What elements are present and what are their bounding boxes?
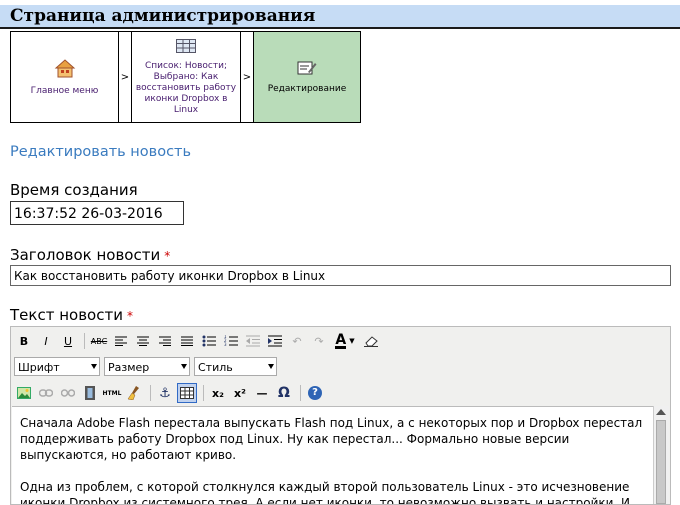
title-label: Заголовок новости * [10, 246, 170, 264]
editor-content[interactable]: Сначала Adobe Flash перестала выпускать … [12, 406, 654, 504]
align-right-icon[interactable] [155, 331, 175, 351]
content-paragraph: Сначала Adobe Flash перестала выпускать … [20, 416, 643, 462]
font-select-value: Шрифт [18, 361, 60, 374]
unlink-icon[interactable] [58, 383, 78, 403]
align-justify-icon[interactable] [177, 331, 197, 351]
time-field[interactable]: 16:37:52 26-03-2016 [10, 201, 184, 225]
font-select[interactable]: Шрифт [14, 357, 100, 376]
toolbar-divider [203, 385, 204, 401]
outdent-icon[interactable] [243, 331, 263, 351]
film-icon[interactable] [80, 383, 100, 403]
toolbar-row-3: HTML ⚓ x₂ x² — Ω ? [14, 383, 327, 403]
breadcrumb-home[interactable]: Главное меню [10, 31, 119, 123]
numbered-list-icon[interactable]: 123 [221, 331, 241, 351]
toolbar-row-1: B I U ABC 123 ↶ ↷ A ▼ [14, 331, 383, 351]
help-icon[interactable]: ? [305, 383, 325, 403]
table-icon [176, 38, 196, 57]
indent-icon[interactable] [265, 331, 285, 351]
font-color-button[interactable]: A ▼ [331, 331, 359, 351]
scroll-up-icon[interactable] [656, 409, 666, 415]
strikethrough-button[interactable]: ABC [89, 331, 109, 351]
eraser-icon[interactable] [361, 331, 381, 351]
page-header: Страница администрирования [0, 5, 680, 29]
html-source-button[interactable]: HTML [102, 383, 122, 403]
scrollbar-thumb[interactable] [656, 420, 666, 504]
svg-text:3: 3 [224, 342, 227, 347]
bullet-list-icon[interactable] [199, 331, 219, 351]
breadcrumb-edit-label: Редактирование [267, 83, 347, 94]
edit-icon [297, 60, 317, 80]
italic-button[interactable]: I [36, 331, 56, 351]
edit-news-link[interactable]: Редактировать новость [10, 144, 191, 160]
special-char-button[interactable]: Ω [274, 383, 294, 403]
chevron-down-icon [181, 364, 187, 369]
style-select[interactable]: Стиль [194, 357, 277, 376]
required-mark: * [164, 249, 171, 263]
breadcrumb: Главное меню > Список: Новости; Выбрано:… [10, 31, 361, 123]
table-insert-icon[interactable] [177, 383, 197, 403]
superscript-button[interactable]: x² [230, 383, 250, 403]
home-icon [54, 58, 76, 82]
undo-icon[interactable]: ↶ [287, 331, 307, 351]
insert-image-icon[interactable] [14, 383, 34, 403]
required-mark: * [126, 309, 133, 323]
underline-button[interactable]: U [58, 331, 78, 351]
style-select-value: Стиль [198, 361, 233, 374]
breadcrumb-edit: Редактирование [253, 31, 361, 123]
title-input[interactable] [10, 265, 671, 286]
help-label: ? [308, 386, 322, 400]
text-label: Текст новости * [10, 306, 133, 324]
chevron-down-icon [91, 364, 97, 369]
toolbar-divider [300, 385, 301, 401]
breadcrumb-home-label: Главное меню [30, 85, 99, 96]
toolbar-row-2: Шрифт Размер Стиль [14, 357, 281, 376]
bold-button[interactable]: B [14, 331, 34, 351]
title-label-text: Заголовок новости [10, 246, 161, 264]
anchor-icon[interactable]: ⚓ [155, 383, 175, 403]
size-select-value: Размер [108, 361, 150, 374]
rich-text-editor: B I U ABC 123 ↶ ↷ A ▼ Шрифт Размер Стиль … [10, 326, 671, 505]
text-label-text: Текст новости [10, 306, 123, 324]
horizontal-rule-button[interactable]: — [252, 383, 272, 403]
link-icon[interactable] [36, 383, 56, 403]
toolbar-divider [84, 333, 85, 349]
caret-down-icon: ▼ [349, 337, 355, 345]
size-select[interactable]: Размер [104, 357, 190, 376]
content-paragraph: Одна из проблем, с которой столкнулся ка… [20, 480, 631, 504]
breadcrumb-list[interactable]: Список: Новости; Выбрано: Как восстанови… [131, 31, 241, 123]
breadcrumb-list-label: Список: Новости; Выбрано: Как восстанови… [135, 61, 237, 115]
align-center-icon[interactable] [133, 331, 153, 351]
align-left-icon[interactable] [111, 331, 131, 351]
subscript-button[interactable]: x₂ [208, 383, 228, 403]
chevron-down-icon [268, 364, 274, 369]
redo-icon[interactable]: ↷ [309, 331, 329, 351]
clean-format-icon[interactable] [124, 383, 144, 403]
page-title: Страница администрирования [10, 6, 316, 26]
breadcrumb-separator: > [241, 31, 253, 123]
font-color-label: A [335, 331, 347, 349]
editor-scrollbar[interactable] [653, 406, 669, 504]
breadcrumb-separator: > [119, 31, 131, 123]
toolbar-divider [150, 385, 151, 401]
time-label: Время создания [10, 181, 138, 199]
